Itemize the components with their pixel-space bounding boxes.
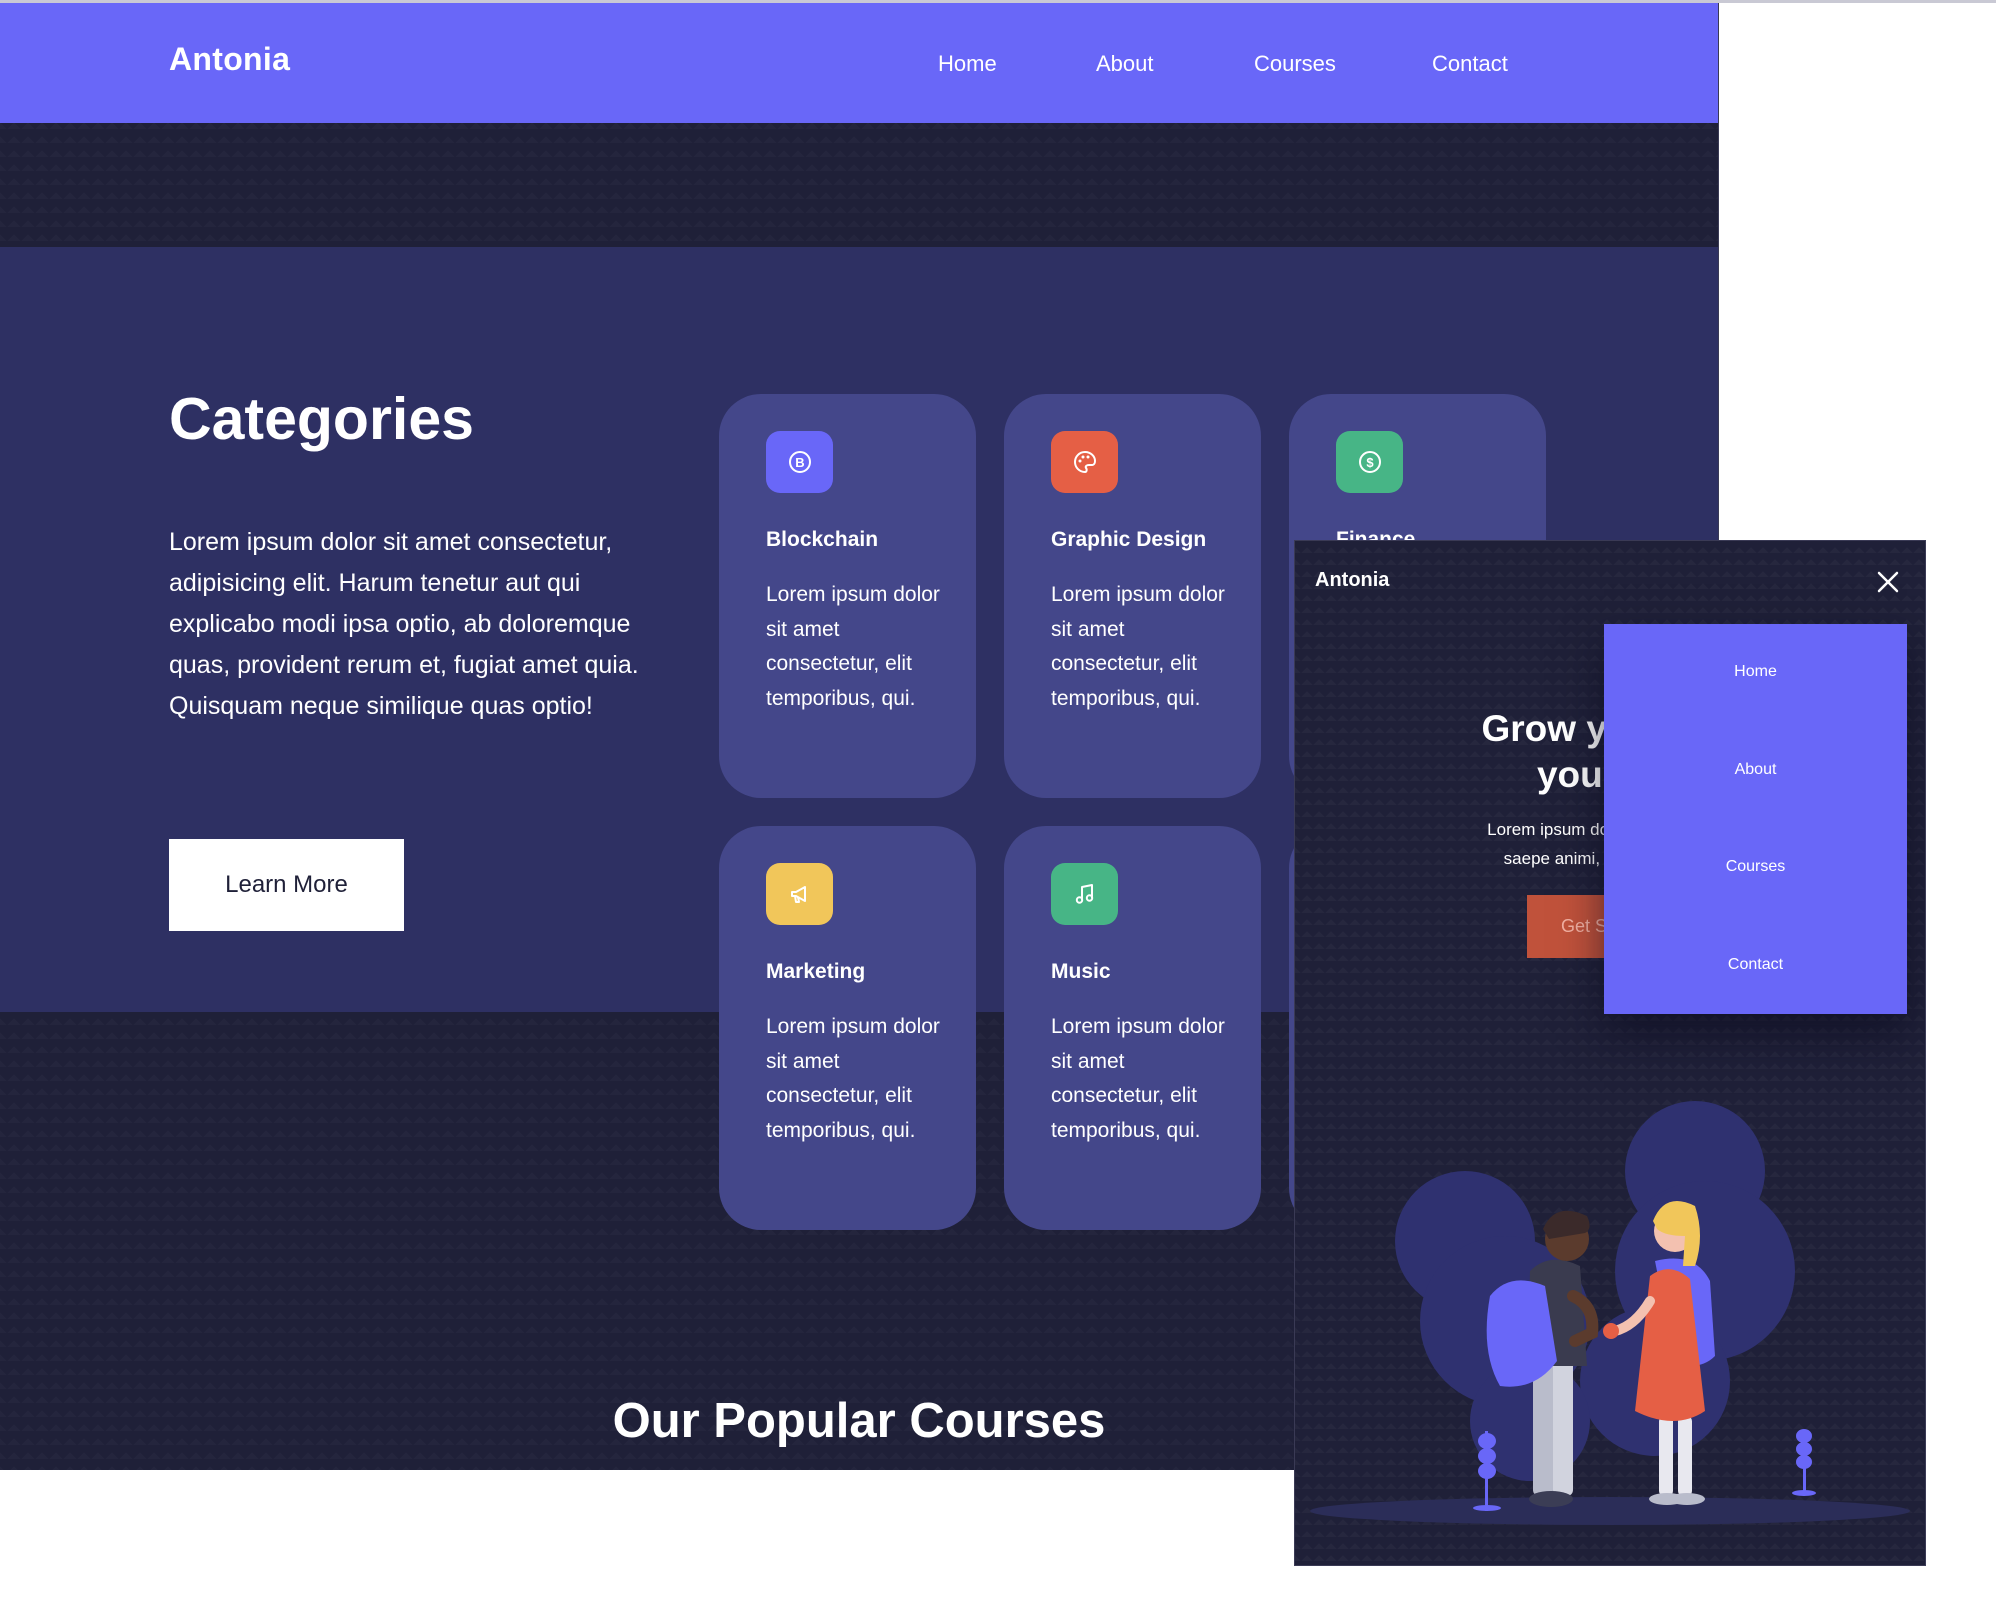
- mobile-menu-item-home[interactable]: Home: [1604, 663, 1907, 681]
- card-title: Marketing: [766, 960, 866, 983]
- brand-logo[interactable]: Antonia: [169, 41, 290, 78]
- category-card-graphic-design[interactable]: Graphic Design Lorem ipsum dolor sit ame…: [1004, 394, 1261, 798]
- mobile-menu-item-courses[interactable]: Courses: [1604, 858, 1907, 876]
- nav-link-about[interactable]: About: [1096, 51, 1154, 77]
- hero-background-strip: [0, 123, 1718, 247]
- top-navbar: Antonia Home About Courses Contact: [0, 3, 1718, 123]
- bitcoin-icon: B: [766, 431, 833, 493]
- dollar-icon: $: [1336, 431, 1403, 493]
- mobile-menu-item-about[interactable]: About: [1604, 761, 1907, 779]
- categories-title: Categories: [169, 386, 474, 452]
- close-icon[interactable]: [1873, 567, 1903, 597]
- mobile-menu-item-contact[interactable]: Contact: [1604, 956, 1907, 974]
- palette-icon: [1051, 431, 1118, 493]
- mobile-nav-menu: Home About Courses Contact: [1604, 624, 1907, 1014]
- category-card-music[interactable]: Music Lorem ipsum dolor sit amet consect…: [1004, 826, 1261, 1230]
- mobile-brand-logo[interactable]: Antonia: [1315, 569, 1389, 592]
- card-text: Lorem ipsum dolor sit amet consectetur, …: [766, 1015, 940, 1142]
- card-title: Music: [1051, 960, 1111, 983]
- megaphone-icon: [766, 863, 833, 925]
- students-illustration: [1310, 1101, 1910, 1525]
- card-text: Lorem ipsum dolor sit amet consectetur, …: [1051, 1015, 1225, 1142]
- categories-description: Lorem ipsum dolor sit amet consectetur, …: [169, 528, 639, 720]
- category-card-marketing[interactable]: Marketing Lorem ipsum dolor sit amet con…: [719, 826, 976, 1230]
- nav-link-contact[interactable]: Contact: [1432, 51, 1508, 77]
- card-title: Graphic Design: [1051, 528, 1207, 551]
- category-card-blockchain[interactable]: B Blockchain Lorem ipsum dolor sit amet …: [719, 394, 976, 798]
- mobile-preview: Antonia Grow your skil your car Lorem ip…: [1295, 541, 1925, 1565]
- nav-link-home[interactable]: Home: [938, 51, 997, 77]
- card-title: Blockchain: [766, 528, 879, 551]
- svg-text:$: $: [1366, 455, 1374, 470]
- music-icon: [1051, 863, 1118, 925]
- learn-more-button[interactable]: Learn More: [169, 839, 404, 931]
- plant-right: [1792, 1429, 1816, 1496]
- card-text: Lorem ipsum dolor sit amet consectetur, …: [1051, 583, 1225, 710]
- svg-text:B: B: [795, 455, 804, 470]
- nav-link-courses[interactable]: Courses: [1254, 51, 1336, 77]
- card-text: Lorem ipsum dolor sit amet consectetur, …: [766, 583, 940, 710]
